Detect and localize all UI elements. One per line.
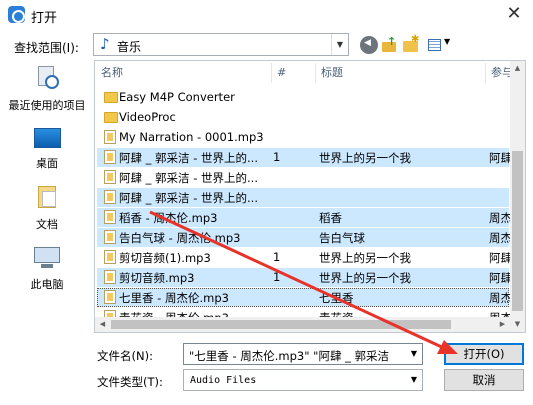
file-name: 阿肆 _ 郭采洁 - 世界上的... <box>119 191 258 205</box>
chevron-down-icon[interactable]: ▼ <box>406 344 422 364</box>
audio-file-icon <box>104 270 116 284</box>
horizontal-scrollbar[interactable]: ◀ ▶ <box>95 317 510 332</box>
file-row[interactable]: 阿肆 _ 郭采洁 - 世界上的... <box>97 168 509 187</box>
audio-file-icon <box>104 190 116 204</box>
filename-label: 文件名(N): <box>97 349 153 363</box>
computer-icon <box>34 247 60 269</box>
folder-icon <box>104 92 118 103</box>
folder-icon <box>104 112 118 123</box>
file-list[interactable]: 名称 ⌃ # 标题 参与 Easy M4P Converter VideoProc… <box>94 60 526 333</box>
place-label-documents: 文档 <box>36 218 58 231</box>
look-in-value: 音乐 <box>117 40 142 54</box>
file-row[interactable]: 阿肆 _ 郭采洁 - 世界上的... 1 世界上的另一个我 阿肆 <box>97 148 512 167</box>
file-name: VideoProc <box>119 110 176 124</box>
file-name: 稻香 - 周杰伦.mp3 <box>119 211 218 225</box>
file-row[interactable]: 阿肆 _ 郭采洁 - 世界上的... <box>97 188 509 207</box>
file-track-number: 1 <box>273 250 281 264</box>
audio-file-icon <box>104 250 116 264</box>
file-name: 阿肆 _ 郭采洁 - 世界上的... <box>119 151 258 165</box>
open-button[interactable]: 打开(O) <box>444 343 524 365</box>
file-row[interactable]: VideoProc <box>97 108 509 127</box>
place-desktop[interactable]: 桌面 <box>2 122 92 172</box>
file-track-number: 1 <box>273 270 281 284</box>
vertical-scrollbar[interactable]: ▲ ▼ <box>510 61 525 332</box>
file-title: 世界上的另一个我 <box>319 151 411 165</box>
file-row[interactable]: 七里香 - 周杰伦.mp3 七里香 周杰 <box>97 288 512 307</box>
file-title: 七里香 <box>319 291 354 305</box>
file-row[interactable]: 剪切音频(1).mp3 1 世界上的另一个我 阿肆 <box>97 248 512 267</box>
file-name: My Narration - 0001.mp3 <box>119 130 264 144</box>
place-label-desktop: 桌面 <box>36 157 58 170</box>
audio-file-icon <box>104 130 116 144</box>
place-label-recent: 最近使用的项目 <box>8 99 86 112</box>
audio-file-icon <box>104 150 116 164</box>
scroll-right-icon[interactable]: ▶ <box>495 317 510 332</box>
scroll-down-icon[interactable]: ▼ <box>510 317 525 332</box>
window-title: 打开 <box>31 11 58 26</box>
column-header-title[interactable]: 标题 <box>315 61 487 85</box>
file-title: 稻香 <box>319 211 342 225</box>
scroll-up-icon[interactable]: ▲ <box>510 61 525 76</box>
place-computer[interactable]: 此电脑 <box>2 242 92 292</box>
file-name: 阿肆 _ 郭采洁 - 世界上的... <box>119 171 258 185</box>
chevron-down-icon[interactable]: ▼ <box>406 370 422 390</box>
view-menu-icon[interactable]: ▼ <box>427 36 453 54</box>
column-header-number[interactable]: # <box>271 61 315 85</box>
file-title: 世界上的另一个我 <box>319 251 411 265</box>
filename-input[interactable]: "七里香 - 周杰伦.mp3" "阿肆 _ 郭采洁 ▼ <box>183 343 423 365</box>
audio-file-icon <box>104 170 116 184</box>
place-recent[interactable]: 最近使用的项目 <box>2 62 92 118</box>
scroll-thumb[interactable] <box>111 320 451 329</box>
place-label-computer: 此电脑 <box>30 278 64 291</box>
file-name: 七里香 - 周杰伦.mp3 <box>119 291 229 305</box>
file-name: 剪切音频.mp3 <box>119 271 195 285</box>
audio-file-icon <box>104 230 116 244</box>
title-bar: 打开 ✕ <box>0 0 533 30</box>
scroll-left-icon[interactable]: ◀ <box>95 317 110 332</box>
recent-icon <box>34 66 60 90</box>
look-in-dropdown[interactable]: ♪ 音乐 ▼ <box>93 33 349 56</box>
file-row[interactable]: 剪切音频.mp3 1 世界上的另一个我 阿肆 <box>97 268 512 287</box>
music-note-icon: ♪ <box>100 35 110 53</box>
app-icon <box>8 6 25 23</box>
audio-file-icon <box>104 210 116 224</box>
desktop-icon <box>34 128 61 148</box>
file-track-number: 1 <box>273 150 281 164</box>
documents-icon <box>38 186 56 208</box>
filetype-label: 文件类型(T): <box>97 375 163 389</box>
filename-value: "七里香 - 周杰伦.mp3" "阿肆 _ 郭采洁 <box>189 349 390 363</box>
places-bar: 最近使用的项目 桌面 文档 此电脑 <box>2 60 92 402</box>
audio-file-icon <box>104 290 116 304</box>
up-folder-icon[interactable]: ↑ <box>381 35 399 54</box>
file-name: 剪切音频(1).mp3 <box>119 251 211 265</box>
back-icon[interactable] <box>360 36 378 54</box>
file-title: 告白气球 <box>319 231 365 245</box>
filetype-select[interactable]: Audio Files ▼ <box>183 369 423 391</box>
chevron-down-icon[interactable]: ▼ <box>331 34 348 55</box>
file-name: Easy M4P Converter <box>119 90 235 104</box>
place-documents[interactable]: 文档 <box>2 182 92 232</box>
file-name: 告白气球 - 周杰伦.mp3 <box>119 231 241 245</box>
file-row[interactable]: My Narration - 0001.mp3 <box>97 128 509 147</box>
look-in-label: 查找范围(I): <box>14 41 79 55</box>
file-row[interactable]: Easy M4P Converter <box>97 88 509 107</box>
sort-caret-icon: ⌃ <box>179 60 188 68</box>
filetype-value: Audio Files <box>190 375 257 386</box>
scroll-thumb[interactable] <box>512 151 523 311</box>
file-row[interactable]: 稻香 - 周杰伦.mp3 稻香 周杰 <box>97 208 512 227</box>
file-row[interactable]: 告白气球 - 周杰伦.mp3 告白气球 周杰 <box>97 228 512 247</box>
cancel-button[interactable]: 取消 <box>444 369 524 391</box>
new-folder-icon[interactable]: ✱ <box>402 34 420 54</box>
file-title: 世界上的另一个我 <box>319 271 411 285</box>
close-icon[interactable]: ✕ <box>503 3 525 25</box>
